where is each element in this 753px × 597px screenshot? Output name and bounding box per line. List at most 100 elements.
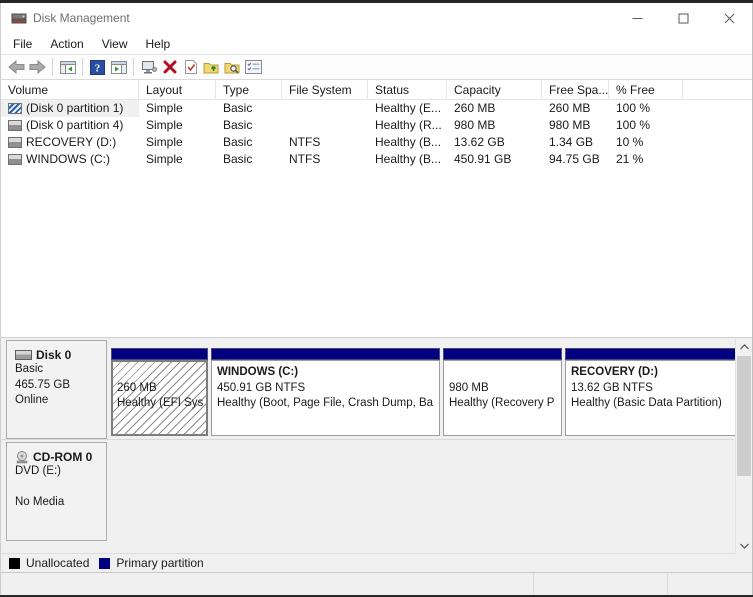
disk-icon	[15, 350, 32, 360]
primary-partition-stripe	[111, 348, 208, 360]
column-header-free-space[interactable]: Free Spa...	[542, 80, 609, 99]
delete-volume-icon[interactable]	[159, 56, 180, 78]
scroll-down-icon[interactable]	[736, 537, 752, 554]
maximize-button[interactable]	[660, 3, 706, 33]
menu-bar: File Action View Help	[1, 33, 752, 54]
open-folder-icon[interactable]	[201, 56, 222, 78]
legend-bar: Unallocated Primary partition	[1, 553, 752, 572]
scroll-up-icon[interactable]	[736, 338, 752, 355]
volume-row-disk0-partition4[interactable]: (Disk 0 partition 4) Simple Basic Health…	[1, 117, 752, 134]
toolbar-separator	[133, 58, 134, 76]
column-header-volume[interactable]: Volume	[1, 80, 139, 99]
svg-text:?: ?	[95, 62, 101, 74]
column-header-status[interactable]: Status	[368, 80, 447, 99]
primary-partition-stripe	[211, 348, 440, 360]
partition-size: 13.62 GB NTFS	[571, 381, 735, 397]
volume-icon	[8, 137, 22, 148]
legend-label: Primary partition	[116, 556, 203, 570]
disk-graphical-view: Disk 0 Basic 465.75 GB Online 260 MB Hea…	[1, 337, 752, 553]
volume-row-disk0-partition1[interactable]: (Disk 0 partition 1) Simple Basic Health…	[1, 100, 752, 117]
toolbar-separator	[82, 58, 83, 76]
volume-name: RECOVERY (D:)	[26, 134, 116, 151]
partition-recovery-980mb[interactable]: 980 MB Healthy (Recovery P	[443, 348, 562, 436]
volume-row-windows-c[interactable]: WINDOWS (C:) Simple Basic NTFS Healthy (…	[1, 151, 752, 168]
column-header-layout[interactable]: Layout	[139, 80, 216, 99]
pct-free-cell: 100 %	[609, 100, 683, 117]
status-cell: Healthy (E...	[368, 100, 447, 117]
partition-size: 450.91 GB NTFS	[217, 381, 439, 397]
type-cell: Basic	[216, 117, 282, 134]
column-header-type[interactable]: Type	[216, 80, 282, 99]
window-title: Disk Management	[33, 11, 130, 25]
capacity-cell: 980 MB	[447, 117, 542, 134]
column-header-capacity[interactable]: Capacity	[447, 80, 542, 99]
disk-management-app-icon	[11, 10, 27, 26]
partition-status: Healthy (Boot, Page File, Crash Dump, Ba	[217, 396, 439, 412]
volume-name: (Disk 0 partition 1)	[26, 100, 123, 117]
volume-icon	[8, 154, 22, 165]
scrollbar-thumb[interactable]	[737, 356, 751, 476]
back-icon[interactable]	[6, 56, 27, 78]
menu-view[interactable]: View	[93, 35, 137, 53]
partition-status: Healthy (Recovery P	[449, 396, 561, 412]
layout-cell: Simple	[139, 134, 216, 151]
column-header-file-system[interactable]: File System	[282, 80, 368, 99]
partition-status: Healthy (EFI Sys	[117, 396, 206, 412]
status-bar	[1, 572, 752, 595]
menu-action[interactable]: Action	[41, 35, 92, 53]
cdrom0-media-status: No Media	[15, 495, 106, 511]
menu-file[interactable]: File	[4, 35, 41, 53]
help-icon[interactable]: ?	[87, 56, 108, 78]
column-header-filler	[683, 80, 752, 99]
close-button[interactable]	[706, 3, 752, 33]
column-header-pct-free[interactable]: % Free	[609, 80, 683, 99]
layout-cell: Simple	[139, 100, 216, 117]
partition-label	[117, 365, 206, 381]
partition-efi-260mb[interactable]: 260 MB Healthy (EFI Sys	[111, 348, 208, 436]
cdrom-icon	[15, 450, 29, 464]
properties-icon[interactable]	[138, 56, 159, 78]
selected-partition-icon	[8, 103, 22, 114]
status-cell: Healthy (B...	[368, 134, 447, 151]
minimize-button[interactable]	[614, 3, 660, 33]
unallocated-swatch	[9, 558, 20, 569]
file-system-cell	[282, 117, 368, 134]
legend-primary-partition: Primary partition	[99, 556, 203, 570]
volume-row-recovery-d[interactable]: RECOVERY (D:) Simple Basic NTFS Healthy …	[1, 134, 752, 151]
volume-name: (Disk 0 partition 4)	[26, 117, 123, 134]
disk0-status: Online	[15, 393, 106, 409]
file-system-cell	[282, 100, 368, 117]
partition-windows-c[interactable]: WINDOWS (C:) 450.91 GB NTFS Healthy (Boo…	[211, 348, 440, 436]
layout-cell: Simple	[139, 151, 216, 168]
free-space-cell: 260 MB	[542, 100, 609, 117]
menu-help[interactable]: Help	[137, 35, 180, 53]
volume-name: WINDOWS (C:)	[26, 151, 110, 168]
partition-recovery-d[interactable]: RECOVERY (D:) 13.62 GB NTFS Healthy (Bas…	[565, 348, 736, 436]
disk0-partitions: 260 MB Healthy (EFI Sys WINDOWS (C:) 450…	[111, 340, 734, 439]
free-space-cell: 94.75 GB	[542, 151, 609, 168]
free-space-cell: 980 MB	[542, 117, 609, 134]
check-file-system-icon[interactable]	[180, 56, 201, 78]
cdrom0-name: CD-ROM 0	[33, 450, 92, 464]
legend-unallocated: Unallocated	[9, 556, 89, 570]
volume-list-header: Volume Layout Type File System Status Ca…	[1, 80, 752, 100]
capacity-cell: 260 MB	[447, 100, 542, 117]
disk-management-window: Disk Management File Action View Help	[0, 3, 753, 595]
forward-icon[interactable]	[27, 56, 48, 78]
partition-size: 260 MB	[117, 381, 206, 397]
view-settings-icon[interactable]	[243, 56, 264, 78]
partition-size: 980 MB	[449, 381, 561, 397]
cdrom0-panel[interactable]: CD-ROM 0 DVD (E:) No Media	[6, 442, 107, 541]
primary-partition-stripe	[443, 348, 562, 360]
vertical-scrollbar[interactable]	[735, 338, 752, 554]
status-cell: Healthy (B...	[368, 151, 447, 168]
pct-free-cell: 100 %	[609, 117, 683, 134]
legend-label: Unallocated	[26, 556, 89, 570]
disk0-type: Basic	[15, 362, 106, 378]
show-console-tree-icon[interactable]	[57, 56, 78, 78]
disk0-panel[interactable]: Disk 0 Basic 465.75 GB Online	[6, 340, 107, 439]
show-action-pane-icon[interactable]	[108, 56, 129, 78]
partition-status: Healthy (Basic Data Partition)	[571, 396, 735, 412]
free-space-cell: 1.34 GB	[542, 134, 609, 151]
explore-icon[interactable]	[222, 56, 243, 78]
